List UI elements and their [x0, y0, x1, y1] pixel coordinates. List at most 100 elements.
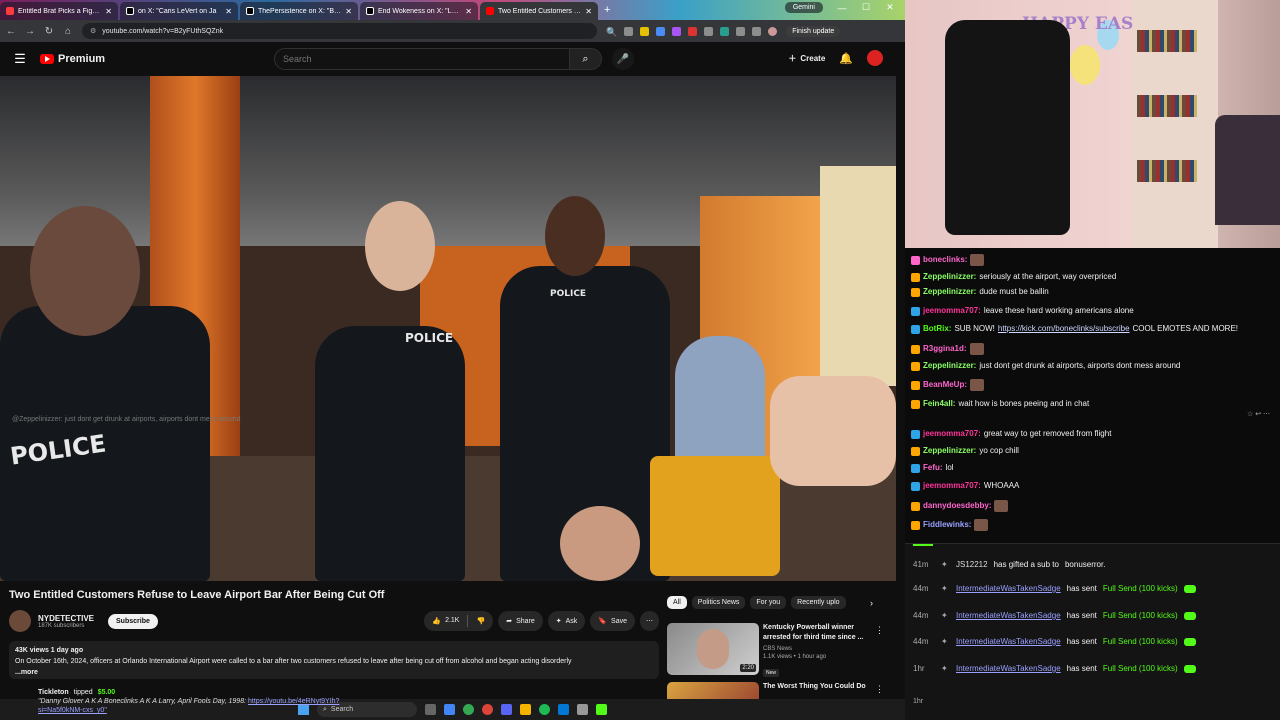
close-tab-icon[interactable]: ✕: [585, 7, 592, 16]
url-field[interactable]: ⚙ youtube.com/watch?v=B2yFUthSQZnk: [82, 23, 597, 39]
event-user[interactable]: IntermediateWasTakenSadge: [956, 584, 1061, 594]
chat-username[interactable]: Fein4all:: [923, 399, 955, 409]
chat-username[interactable]: jeemomma707:: [923, 306, 981, 316]
reload-icon[interactable]: ↻: [44, 26, 54, 37]
share-button[interactable]: ➦ Share: [498, 611, 543, 631]
event-user[interactable]: IntermediateWasTakenSadge: [956, 637, 1061, 647]
chat-username[interactable]: dannydoesdebby:: [923, 501, 991, 511]
chat-message: Fein4all: wait how is bones peeing and in…: [911, 399, 1089, 409]
channel-avatar[interactable]: [9, 610, 31, 632]
chat-username[interactable]: Zeppelinizzer:: [923, 287, 976, 297]
extension-icon[interactable]: [688, 26, 698, 36]
site-info-icon[interactable]: ⚙: [90, 27, 96, 35]
maximize-icon[interactable]: ☐: [855, 2, 877, 13]
profile-avatar-icon[interactable]: [768, 26, 778, 36]
chat-username[interactable]: BotRix:: [923, 324, 951, 334]
chat-message: Zeppelinizzer: seriously at the airport, …: [911, 272, 1116, 282]
recommendation-item[interactable]: The Worst Thing You Could Do ⋮: [667, 682, 892, 699]
chat-username[interactable]: Zeppelinizzer:: [923, 361, 976, 371]
chip-recently-uploaded[interactable]: Recently uplo: [791, 596, 846, 609]
chat-username[interactable]: Fiddlewinks:: [923, 520, 971, 530]
chat-username[interactable]: R3ggina1d:: [923, 344, 967, 354]
folder-icon[interactable]: [520, 704, 531, 715]
chat-username[interactable]: BeanMeUp:: [923, 380, 967, 390]
close-tab-icon[interactable]: ✕: [105, 7, 112, 16]
event-action: has sent: [1066, 584, 1097, 593]
extension-icon[interactable]: [672, 26, 682, 36]
event-user[interactable]: JS12212: [956, 560, 988, 570]
extension-icon[interactable]: [624, 26, 634, 36]
app-icon[interactable]: [482, 704, 493, 715]
chevron-right-icon[interactable]: ›: [870, 598, 873, 608]
save-button[interactable]: 🔖 Save: [590, 611, 635, 631]
chip-all[interactable]: All: [667, 596, 687, 609]
zoom-icon[interactable]: 🔍: [606, 27, 617, 37]
event-target: bonuserror.: [1064, 560, 1106, 569]
show-more-link[interactable]: ...more: [15, 667, 653, 678]
browser-tab[interactable]: End Wokeness on X: "Lesb ✕: [360, 2, 478, 20]
extensions-puzzle-icon[interactable]: [736, 26, 746, 36]
chat-username[interactable]: Fefu:: [923, 463, 943, 473]
description-box[interactable]: 43K views 1 day ago On October 16th, 202…: [9, 641, 659, 679]
close-tab-icon[interactable]: ✕: [465, 7, 472, 16]
subscribe-button[interactable]: Subscribe: [108, 613, 158, 629]
minimize-icon[interactable]: —: [831, 3, 853, 13]
close-tab-icon[interactable]: ✕: [345, 7, 352, 16]
menu-icon[interactable]: ☰: [0, 51, 40, 67]
search-input[interactable]: [274, 48, 570, 70]
youtube-logo[interactable]: Premium: [40, 53, 105, 65]
chat-username[interactable]: Zeppelinizzer:: [923, 446, 976, 456]
search-icon[interactable]: ⌕: [570, 48, 602, 70]
more-vert-icon[interactable]: ⋮: [875, 684, 884, 695]
microphone-icon[interactable]: 🎤: [612, 48, 634, 70]
recommendation-item[interactable]: 2:20 Kentucky Powerball winner arrested …: [667, 623, 892, 678]
more-vert-icon[interactable]: ⋮: [875, 625, 884, 636]
new-tab-icon[interactable]: +: [604, 4, 610, 16]
chat-message: Zeppelinizzer: yo cop chill: [911, 446, 1019, 456]
sidepanel-icon[interactable]: [752, 26, 762, 36]
chat-username[interactable]: boneclinks:: [923, 255, 967, 265]
app-icon[interactable]: [577, 704, 588, 715]
browser-tab-active[interactable]: Two Entitled Customers Re ✕: [480, 2, 598, 20]
back-icon[interactable]: ←: [6, 26, 16, 37]
chat-username[interactable]: jeemomma707:: [923, 429, 981, 439]
forward-icon[interactable]: →: [25, 26, 35, 37]
event-user[interactable]: IntermediateWasTakenSadge: [956, 611, 1061, 621]
chip-politics-news[interactable]: Politics News: [691, 596, 746, 609]
like-button[interactable]: 👍 2.1K: [432, 617, 459, 625]
extension-icon[interactable]: [656, 26, 666, 36]
chip-for-you[interactable]: For you: [750, 596, 787, 609]
event-user[interactable]: IntermediateWasTakenSadge: [956, 664, 1061, 674]
chat-username[interactable]: Zeppelinizzer:: [923, 272, 976, 282]
kick-icon[interactable]: [596, 704, 607, 715]
finish-update-button[interactable]: Finish update: [786, 25, 841, 37]
app-icon[interactable]: [444, 704, 455, 715]
browser-tab[interactable]: on X: "Caris LeVert on Ja ✕: [120, 2, 238, 20]
extension-icon[interactable]: [640, 26, 650, 36]
app-icon[interactable]: [558, 704, 569, 715]
close-window-icon[interactable]: ✕: [879, 2, 901, 13]
extension-icon[interactable]: [704, 26, 714, 36]
account-avatar[interactable]: [867, 50, 883, 66]
browser-tab[interactable]: Entitled Brat Picks a Fight With ✕: [0, 2, 118, 20]
spotify-icon[interactable]: [539, 704, 550, 715]
chat-username[interactable]: jeemomma707:: [923, 481, 981, 491]
close-tab-icon[interactable]: ✕: [225, 7, 232, 16]
create-label: Create: [800, 53, 826, 63]
gemini-button[interactable]: Gemini: [784, 2, 823, 13]
ask-button[interactable]: ✦ Ask: [547, 611, 586, 631]
video-player[interactable]: POLICE POLICE POLICE: [0, 76, 896, 581]
channel-name[interactable]: NYDETECTIVE: [38, 614, 94, 623]
home-icon[interactable]: ⌂: [63, 26, 73, 37]
chat-message-tools[interactable]: ☆ ↩ ⋯: [1247, 410, 1270, 418]
chrome-icon[interactable]: [463, 704, 474, 715]
browser-tab[interactable]: ThePersistence on X: "BRE ✕: [240, 2, 358, 20]
extension-icon[interactable]: [720, 26, 730, 36]
task-view-icon[interactable]: [425, 704, 436, 715]
create-button[interactable]: ＋ Create: [788, 53, 825, 64]
more-actions-icon[interactable]: ⋯: [640, 611, 659, 631]
chat-link[interactable]: https://kick.com/boneclinks/subscribe: [998, 324, 1130, 334]
thumbs-down-icon[interactable]: 👎: [476, 617, 485, 625]
notifications-bell-icon[interactable]: 🔔: [839, 52, 853, 65]
discord-icon[interactable]: [501, 704, 512, 715]
